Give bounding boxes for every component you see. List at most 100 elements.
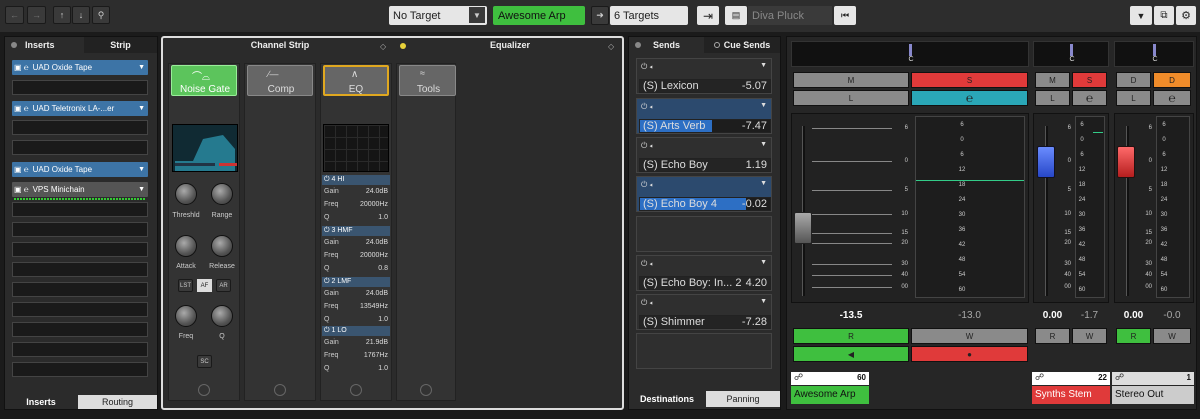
send-level-bar[interactable]: (S) Lexicon -5.07 bbox=[639, 79, 771, 93]
send-slot[interactable]: ⏻ ◂ ▼ (S) Echo Boy: In... 2 4.20 bbox=[636, 255, 772, 291]
plugin-power-icon[interactable]: ▣ ℮ bbox=[14, 63, 29, 72]
ch3-pan-slider[interactable]: C bbox=[1114, 41, 1194, 67]
send-slot[interactable]: ⏻ ◂ ▼ (S) Arts Verb -7.47 bbox=[636, 98, 772, 134]
send-slot[interactable]: ⏻ ◂ ▼ (S) Echo Boy 4 -0.02 bbox=[636, 176, 772, 212]
band-gain-value[interactable]: 24.0dB bbox=[350, 239, 388, 246]
insert-slot-empty[interactable] bbox=[12, 302, 148, 317]
skip-back-icon[interactable]: ⏮ bbox=[834, 6, 856, 25]
insert-slot-1[interactable]: ▣ ℮ UAD Oxide Tape ▼ bbox=[12, 60, 148, 75]
ch3-dim-button[interactable]: D bbox=[1153, 72, 1191, 88]
insert-slot-empty[interactable] bbox=[12, 322, 148, 337]
chevron-down-icon[interactable]: ▼ bbox=[138, 105, 145, 112]
insert-slot-empty[interactable] bbox=[12, 80, 148, 95]
insert-slot-2[interactable]: ▣ ℮ UAD Teletronix LA-...er ▼ bbox=[12, 101, 148, 116]
insert-slot-empty[interactable] bbox=[12, 362, 148, 377]
noise-gate-module[interactable]: ⌒⌓ Noise Gate bbox=[171, 65, 237, 96]
send-level-bar[interactable]: (S) Echo Boy: In... 2 4.20 bbox=[639, 276, 771, 290]
chevron-down-icon[interactable]: ▼ bbox=[760, 298, 767, 305]
send-power-icon[interactable]: ⏻ ◂ bbox=[641, 141, 653, 151]
strip-tab[interactable]: Strip bbox=[84, 37, 157, 53]
send-level-bar[interactable]: (S) Echo Boy 1.19 bbox=[639, 158, 771, 172]
ch3-read-button[interactable]: R bbox=[1116, 328, 1151, 344]
tools-module[interactable]: ≈ Tools bbox=[399, 65, 456, 96]
chevron-down-icon[interactable]: ▼ bbox=[138, 64, 145, 71]
search-icon[interactable]: ⚲ bbox=[92, 6, 110, 24]
gate-reset-icon[interactable] bbox=[198, 384, 210, 396]
send-power-icon[interactable]: ⏻ ◂ bbox=[641, 62, 653, 72]
send-power-icon[interactable]: ⏻ ◂ bbox=[641, 298, 653, 308]
range-knob[interactable] bbox=[211, 183, 233, 205]
read-button[interactable]: R bbox=[793, 328, 909, 344]
eq-reset-icon[interactable] bbox=[350, 384, 362, 396]
ch2-read-button[interactable]: R bbox=[1035, 328, 1070, 344]
chevron-down-icon[interactable]: ▼ bbox=[760, 141, 767, 148]
lst-button[interactable]: LST bbox=[178, 279, 193, 292]
band-freq-value[interactable]: 20000Hz bbox=[350, 201, 388, 208]
sc-button[interactable]: SC bbox=[197, 355, 212, 368]
cue-sends-tab[interactable]: Cue Sends bbox=[704, 37, 780, 53]
sends-tab[interactable]: Sends bbox=[629, 37, 703, 53]
targets-field[interactable]: 6 Targets bbox=[610, 6, 688, 25]
chevron-down-icon[interactable]: ▼ bbox=[760, 62, 767, 69]
main-fader-track[interactable] bbox=[802, 126, 805, 296]
ch3-fader-handle[interactable] bbox=[1117, 146, 1135, 178]
inserts-tab[interactable]: Inserts bbox=[5, 37, 83, 53]
eq-band-header[interactable]: ⏻ 3 HMF bbox=[322, 226, 390, 236]
ch2-mute-button[interactable]: M bbox=[1035, 72, 1070, 88]
channel-name-field[interactable]: Awesome Arp bbox=[493, 6, 585, 25]
ch3-write-button[interactable]: W bbox=[1153, 328, 1191, 344]
send-slot-empty[interactable] bbox=[636, 216, 772, 252]
send-power-icon[interactable]: ⏻ ◂ bbox=[641, 259, 653, 269]
insert-slot-4[interactable]: ▣ ℮ VPS Minichain ▼ bbox=[12, 182, 148, 197]
ch2-solo-button[interactable]: S bbox=[1072, 72, 1107, 88]
ch1-name[interactable]: Awesome Arp bbox=[791, 386, 869, 404]
comp-reset-icon[interactable] bbox=[274, 384, 286, 396]
up-arrow-icon[interactable]: ↑ bbox=[53, 6, 71, 24]
ch3-edit-button[interactable]: ℮ bbox=[1153, 90, 1191, 106]
ch2-fader-handle[interactable] bbox=[1037, 146, 1055, 178]
write-button[interactable]: W bbox=[911, 328, 1028, 344]
ch2-listen-button[interactable]: L bbox=[1035, 90, 1070, 106]
band-freq-value[interactable]: 13549Hz bbox=[350, 303, 388, 310]
q-knob[interactable] bbox=[211, 305, 233, 327]
inserts-bottom-tab[interactable]: Inserts bbox=[5, 395, 77, 409]
ch3-listen-button[interactable]: L bbox=[1116, 90, 1151, 106]
insert-slot-empty[interactable] bbox=[12, 262, 148, 277]
back-arrow-icon[interactable]: ← bbox=[5, 6, 24, 24]
instrument-icon[interactable]: ▤ bbox=[725, 6, 747, 25]
record-button[interactable]: ● bbox=[911, 346, 1028, 362]
band-q-value[interactable]: 0.8 bbox=[350, 265, 388, 272]
band-freq-value[interactable]: 20000Hz bbox=[350, 252, 388, 259]
band-q-value[interactable]: 1.0 bbox=[350, 365, 388, 372]
insert-slot-empty[interactable] bbox=[12, 342, 148, 357]
destinations-tab[interactable]: Destinations bbox=[629, 391, 705, 407]
plugin-power-icon[interactable]: ▣ ℮ bbox=[14, 185, 29, 194]
mute-button[interactable]: M bbox=[793, 72, 909, 88]
insert-slot-empty[interactable] bbox=[12, 202, 148, 217]
ar-button[interactable]: AR bbox=[216, 279, 231, 292]
band-freq-value[interactable]: 1767Hz bbox=[350, 352, 388, 359]
chevron-down-icon[interactable]: ▼ bbox=[138, 186, 145, 193]
chevron-down-icon[interactable]: ▼ bbox=[760, 102, 767, 109]
insert-slot-empty[interactable] bbox=[12, 140, 148, 155]
ch2-pan-slider[interactable]: C bbox=[1033, 41, 1109, 67]
plugin-power-icon[interactable]: ▣ ℮ bbox=[14, 165, 29, 174]
chevron-down-icon[interactable]: ▼ bbox=[760, 259, 767, 266]
channel-strip-edit-icon[interactable]: ◇ bbox=[380, 42, 386, 51]
eq-band-header[interactable]: ⏻ 4 HI bbox=[322, 175, 390, 185]
panning-tab[interactable]: Panning bbox=[706, 391, 780, 407]
chevron-down-icon[interactable]: ▼ bbox=[138, 166, 145, 173]
ch2-edit-button[interactable]: ℮ bbox=[1072, 90, 1107, 106]
release-knob[interactable] bbox=[211, 235, 233, 257]
plugin-power-icon[interactable]: ▣ ℮ bbox=[14, 104, 29, 113]
threshold-knob[interactable] bbox=[175, 183, 197, 205]
listen-button[interactable]: L bbox=[793, 90, 909, 106]
solo-button[interactable]: S bbox=[911, 72, 1028, 88]
play-back-button[interactable]: ◀ bbox=[793, 346, 909, 362]
band-gain-value[interactable]: 24.0dB bbox=[350, 290, 388, 297]
eq-band-header[interactable]: ⏻ 2 LMF bbox=[322, 277, 390, 287]
eq-band-header[interactable]: ⏻ 1 LO bbox=[322, 326, 390, 336]
band-gain-value[interactable]: 24.0dB bbox=[350, 188, 388, 195]
insert-slot-empty[interactable] bbox=[12, 242, 148, 257]
send-level-bar[interactable]: (S) Shimmer -7.28 bbox=[639, 315, 771, 329]
